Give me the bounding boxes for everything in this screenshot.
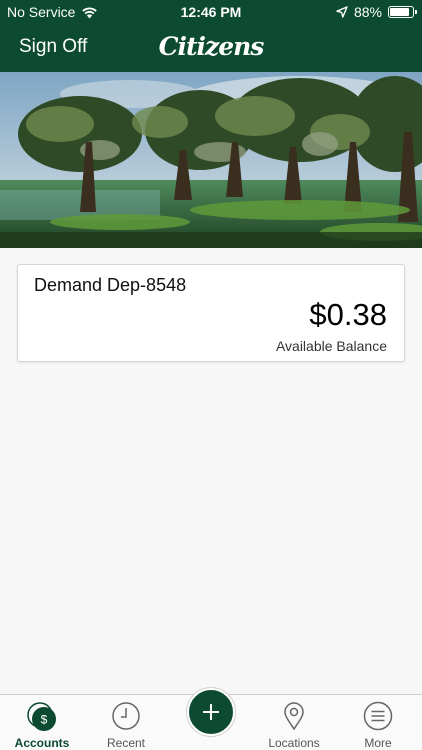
battery-fill bbox=[390, 8, 410, 16]
hero-banner-image bbox=[0, 72, 422, 248]
nav-row: Citizens Sign Off bbox=[0, 32, 422, 66]
account-name: Demand Dep-8548 bbox=[34, 275, 187, 295]
available-balance-label: Available Balance bbox=[275, 338, 387, 354]
plus-icon bbox=[203, 704, 219, 720]
battery-percent: 88% bbox=[353, 4, 382, 20]
status-right: 88% bbox=[336, 4, 417, 20]
location-pin-icon bbox=[284, 702, 304, 731]
dollar-symbol: $ bbox=[41, 713, 48, 727]
tab-more-label: More bbox=[364, 736, 392, 750]
tab-accounts-label: Accounts bbox=[14, 736, 70, 750]
sign-off-button[interactable]: Sign Off bbox=[19, 36, 87, 58]
location-arrow-icon bbox=[336, 6, 348, 18]
tab-locations[interactable]: Locations bbox=[252, 695, 336, 750]
clock-icon bbox=[112, 702, 140, 730]
tab-locations-label: Locations bbox=[268, 736, 320, 750]
dollar-icon: $ bbox=[27, 702, 56, 731]
tab-accounts[interactable]: $ Accounts bbox=[0, 695, 84, 750]
account-card[interactable]: Demand Dep-8548 $0.38 Available Balance bbox=[17, 264, 405, 362]
tab-more[interactable]: More bbox=[336, 695, 420, 750]
cypress-swamp-illustration bbox=[0, 72, 422, 248]
status-bar: No Service 12:46 PM 88% bbox=[0, 0, 422, 24]
menu-icon bbox=[363, 701, 393, 731]
add-action-button[interactable] bbox=[187, 688, 235, 736]
tab-recent[interactable]: Recent bbox=[84, 695, 168, 750]
account-balance: $0.38 bbox=[309, 297, 387, 332]
battery-icon bbox=[388, 6, 417, 18]
app-header: No Service 12:46 PM 88% Citizens Sign Of… bbox=[0, 0, 422, 72]
tab-recent-label: Recent bbox=[106, 736, 146, 750]
